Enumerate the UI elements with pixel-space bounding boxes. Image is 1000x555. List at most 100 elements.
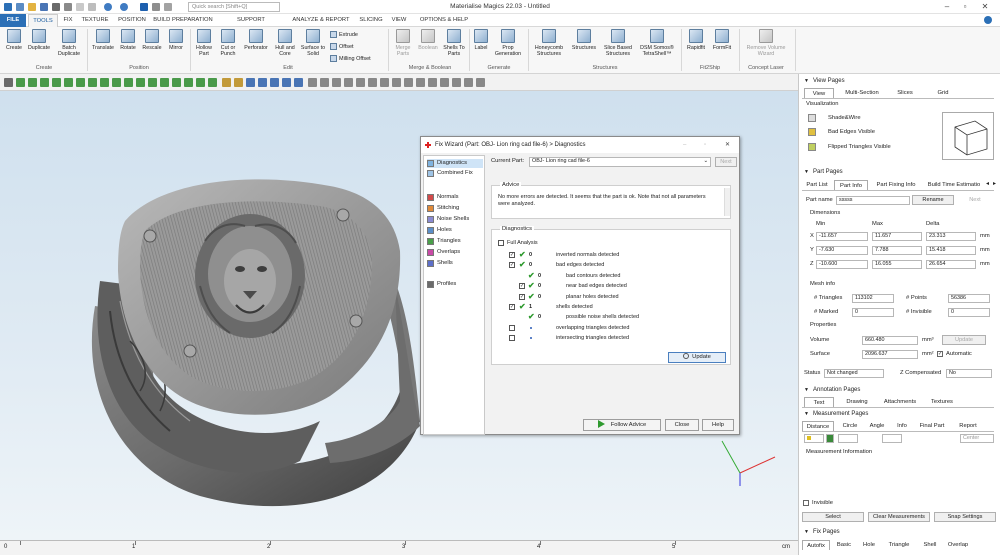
rescale-button[interactable]: Rescale	[140, 29, 164, 51]
dialog-maximize-button[interactable]: ▫	[704, 137, 706, 153]
select-plane-icon[interactable]	[28, 78, 37, 87]
tab-report[interactable]: Report	[954, 421, 982, 431]
tab-options-help[interactable]: OPTIONS & HELP	[418, 14, 470, 27]
tab-slices[interactable]: Slices	[890, 88, 920, 98]
select-lasso-icon[interactable]	[76, 78, 85, 87]
honeycomb-structures-button[interactable]: Honeycomb Structures	[531, 29, 567, 57]
z-delta-field[interactable]: 26.654	[926, 260, 976, 269]
render-axis-icon[interactable]	[476, 78, 485, 87]
sidebar-item-normals[interactable]: Normals	[427, 193, 459, 202]
automatic-checkbox[interactable]: ✓	[937, 351, 943, 357]
tab-texture[interactable]: TEXTURE	[80, 14, 110, 27]
help-button[interactable]: Help	[702, 419, 734, 431]
remove-volume-wizard-button[interactable]: Remove Volume Wizard	[742, 29, 790, 57]
status-field[interactable]: Not changed	[824, 369, 884, 378]
tab-shell[interactable]: Shell	[920, 540, 940, 550]
next-button[interactable]: Next	[715, 157, 737, 167]
maximize-button[interactable]: ▫	[958, 2, 972, 12]
tab-part-list[interactable]: Part List	[802, 180, 832, 190]
unmark-all-icon[interactable]	[148, 78, 157, 87]
sidebar-item-stitching[interactable]: Stitching	[427, 204, 459, 213]
translate-button[interactable]: Translate	[90, 29, 116, 51]
copy-icon[interactable]	[88, 3, 96, 11]
tab-analyze-report[interactable]: ANALYZE & REPORT	[292, 14, 350, 27]
rotate-button[interactable]: Rotate	[117, 29, 139, 51]
tab-hole[interactable]: Hole	[860, 540, 878, 550]
measure-snap-select[interactable]	[838, 434, 858, 443]
cut-punch-button[interactable]: Cut or Punch	[216, 29, 240, 57]
tabs-left-icon[interactable]: ◂	[986, 180, 989, 187]
tabs-right-icon[interactable]: ▸	[993, 180, 996, 187]
measure-color-select[interactable]	[804, 434, 824, 443]
formfit-button[interactable]: FormFit	[710, 29, 734, 51]
render-normals-icon[interactable]	[392, 78, 401, 87]
dialog-close-icon[interactable]: ✕	[725, 137, 730, 153]
sidebar-item-shells[interactable]: Shells	[427, 259, 453, 268]
select-button[interactable]: Select	[802, 512, 864, 522]
batch-duplicate-button[interactable]: Batch Duplicate	[56, 29, 82, 57]
tab-text[interactable]: Text	[804, 397, 834, 407]
z-min-field[interactable]: -10.600	[816, 260, 868, 269]
render-section-icon[interactable]	[380, 78, 389, 87]
open-icon[interactable]	[28, 3, 36, 11]
x-min-field[interactable]: -11.657	[816, 232, 868, 241]
view-left-icon[interactable]	[270, 78, 279, 87]
marked-field[interactable]: 0	[852, 308, 894, 317]
next-part-button[interactable]: Next	[958, 195, 992, 205]
render-wire-icon[interactable]	[320, 78, 329, 87]
tab-build-preparation[interactable]: BUILD PREPARATION	[153, 14, 213, 27]
measurement-pages-header[interactable]: ▼ Measurement Pages	[798, 409, 1000, 419]
diagnostic-checkbox[interactable]: ✓	[519, 293, 525, 300]
render-texture-icon[interactable]	[440, 78, 449, 87]
view-top-icon[interactable]	[222, 78, 231, 87]
redo-icon[interactable]	[120, 3, 128, 11]
bad-edges-icon[interactable]	[808, 128, 816, 136]
rename-button[interactable]: Rename	[912, 195, 954, 205]
boolean-button[interactable]: Boolean	[416, 29, 440, 51]
diagnostic-checkbox[interactable]: ✓	[509, 262, 515, 269]
render-colors-icon[interactable]	[428, 78, 437, 87]
x-delta-field[interactable]: 23.313	[926, 232, 976, 241]
tab-attachments[interactable]: Attachments	[880, 397, 920, 407]
tab-multi-section[interactable]: Multi-Section	[838, 88, 886, 98]
tab-basic[interactable]: Basic	[834, 540, 854, 550]
label-button[interactable]: Label	[472, 29, 490, 51]
view-iso-icon[interactable]	[294, 78, 303, 87]
measure-mode-icon[interactable]	[826, 434, 834, 443]
tab-triangle[interactable]: Triangle	[884, 540, 914, 550]
dialog-minimize-button[interactable]: –	[683, 137, 686, 153]
render-wireframe-icon[interactable]	[452, 78, 461, 87]
minimize-button[interactable]: –	[940, 2, 954, 12]
fix-pages-header[interactable]: ▼ Fix Pages	[798, 527, 1000, 537]
z-max-field[interactable]: 16.055	[872, 260, 922, 269]
tab-tools[interactable]: TOOLS	[28, 14, 58, 27]
triangles-field[interactable]: 113102	[852, 294, 894, 303]
tab-part-info[interactable]: Part Info	[834, 180, 868, 190]
tab-build-time[interactable]: Build Time Estimatio	[924, 180, 984, 190]
z-compensated-field[interactable]: No	[946, 369, 992, 378]
perforator-button[interactable]: Perforator	[241, 29, 271, 51]
tab-textures[interactable]: Textures	[926, 397, 958, 407]
y-max-field[interactable]: 7.788	[872, 246, 922, 255]
diagnostic-checkbox[interactable]: ✓	[509, 252, 515, 258]
select-box-icon[interactable]	[64, 78, 73, 87]
tab-slicing[interactable]: SLICING	[358, 14, 384, 27]
import-icon[interactable]	[52, 3, 60, 11]
milling-offset-button[interactable]: Milling Offset	[330, 55, 371, 62]
sidebar-item-combined-fix[interactable]: Combined Fix	[427, 169, 473, 178]
rapidfit-button[interactable]: Rapidfit	[684, 29, 708, 51]
x-max-field[interactable]: 11.657	[872, 232, 922, 241]
select-icon[interactable]	[140, 3, 148, 11]
undo-icon[interactable]	[104, 3, 112, 11]
quick-search-input[interactable]: Quick search [Shift+Q]	[188, 2, 280, 12]
follow-advice-button[interactable]: Follow Advice	[583, 419, 661, 431]
shells-to-parts-button[interactable]: Shells To Parts	[442, 29, 466, 57]
zoom-window-icon[interactable]	[196, 78, 205, 87]
part-pages-header[interactable]: ▼ Part Pages	[798, 167, 1000, 177]
sidebar-item-overlaps[interactable]: Overlaps	[427, 248, 460, 257]
tab-final-part[interactable]: Final Part	[916, 421, 948, 431]
view-cube[interactable]	[942, 112, 994, 160]
hollow-part-button[interactable]: Hollow Part	[193, 29, 215, 57]
view-bottom-icon[interactable]	[234, 78, 243, 87]
fill-icon[interactable]	[172, 78, 181, 87]
